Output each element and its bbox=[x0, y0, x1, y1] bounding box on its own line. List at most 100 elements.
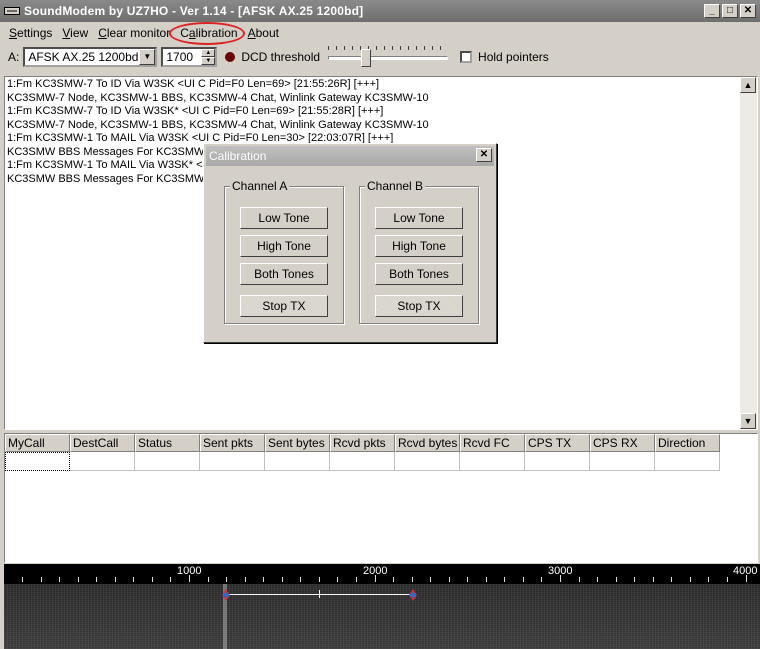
menu-bar: Settings View Clear monitor Calibration … bbox=[0, 23, 760, 43]
column-header-rcvd-fc[interactable]: Rcvd FC bbox=[460, 434, 525, 452]
freq-tick bbox=[115, 577, 116, 582]
freq-tick bbox=[616, 577, 617, 582]
spin-up-icon[interactable]: ▲ bbox=[201, 49, 216, 57]
freq-tick bbox=[375, 575, 376, 582]
menu-settings[interactable]: Settings bbox=[4, 26, 57, 40]
channel-b-low-tone-button[interactable]: Low Tone bbox=[375, 207, 463, 229]
freq-tick bbox=[486, 577, 487, 582]
table-cell[interactable] bbox=[460, 452, 525, 471]
column-header-sent-pkts[interactable]: Sent pkts bbox=[200, 434, 265, 452]
freq-tick bbox=[523, 577, 524, 582]
column-header-mycall[interactable]: MyCall bbox=[5, 434, 70, 452]
menu-view[interactable]: View bbox=[57, 26, 93, 40]
slider-ticks bbox=[328, 46, 449, 50]
freq-tick bbox=[449, 577, 450, 582]
minimize-button[interactable]: _ bbox=[704, 4, 720, 18]
channel-b-high-tone-button[interactable]: High Tone bbox=[375, 235, 463, 257]
freq-tick bbox=[671, 577, 672, 582]
close-button[interactable]: ✕ bbox=[740, 4, 756, 18]
channel-label: A: bbox=[8, 50, 20, 64]
dialog-close-button[interactable]: ✕ bbox=[476, 148, 492, 162]
freq-tick bbox=[746, 575, 747, 582]
channel-a-high-tone-button[interactable]: High Tone bbox=[240, 235, 328, 257]
freq-tick bbox=[597, 577, 598, 582]
freq-tick bbox=[727, 577, 728, 582]
maximize-button[interactable]: □ bbox=[722, 4, 738, 18]
column-header-rcvd-pkts[interactable]: Rcvd pkts bbox=[330, 434, 395, 452]
freq-tick bbox=[430, 577, 431, 582]
table-cell[interactable] bbox=[330, 452, 395, 471]
freq-tick bbox=[412, 577, 413, 582]
channel-b-stop-tx-button[interactable]: Stop TX bbox=[375, 295, 463, 317]
spin-down-icon[interactable]: ▼ bbox=[201, 57, 216, 65]
menu-clear-monitor[interactable]: Clear monitor bbox=[93, 26, 175, 40]
freq-tick bbox=[189, 575, 190, 582]
monitor-line: KC3SMW-7 Node, KC3SMW-1 BBS, KC3SMW-4 Ch… bbox=[7, 118, 429, 131]
high-tone-marker-icon[interactable] bbox=[409, 589, 417, 601]
table-cell[interactable] bbox=[525, 452, 590, 471]
channel-a-stop-tx-button[interactable]: Stop TX bbox=[240, 295, 328, 317]
table-cell[interactable] bbox=[655, 452, 720, 471]
column-header-cps-rx[interactable]: CPS RX bbox=[590, 434, 655, 452]
chevron-down-icon[interactable]: ▼ bbox=[139, 49, 156, 65]
freq-tick bbox=[263, 577, 264, 582]
waterfall-display[interactable]: 1000 2000 3000 4000 bbox=[4, 564, 760, 649]
column-header-cps-tx[interactable]: CPS TX bbox=[525, 434, 590, 452]
channel-a-label: Channel A bbox=[230, 179, 290, 193]
table-row[interactable] bbox=[5, 452, 757, 471]
highlight-circle bbox=[169, 22, 245, 45]
channel-b-group: Channel B Low Tone High Tone Both Tones … bbox=[359, 179, 479, 324]
freq-tick bbox=[245, 577, 246, 582]
column-header-destcall[interactable]: DestCall bbox=[70, 434, 135, 452]
column-header-sent-bytes[interactable]: Sent bytes bbox=[265, 434, 330, 452]
monitor-scrollbar[interactable]: ▲ ▼ bbox=[740, 77, 757, 429]
dcd-threshold-label: DCD threshold bbox=[241, 50, 321, 64]
column-header-direction[interactable]: Direction bbox=[655, 434, 720, 452]
dialog-title: Calibration bbox=[209, 149, 267, 163]
scroll-up-icon[interactable]: ▲ bbox=[740, 77, 756, 93]
freq-tick bbox=[690, 577, 691, 582]
mode-value: AFSK AX.25 1200bd bbox=[28, 50, 139, 64]
menu-about[interactable]: About bbox=[243, 26, 284, 40]
freq-tick bbox=[152, 577, 153, 582]
freq-tick bbox=[467, 577, 468, 582]
channel-a-both-tones-button[interactable]: Both Tones bbox=[240, 263, 328, 285]
table-header: MyCall DestCall Status Sent pkts Sent by… bbox=[5, 434, 757, 452]
toolbar: A: AFSK AX.25 1200bd ▼ 1700 ▲ ▼ DCD thre… bbox=[0, 44, 760, 70]
slider-track bbox=[328, 56, 449, 60]
freq-tick bbox=[282, 577, 283, 582]
checkbox-box[interactable] bbox=[460, 51, 473, 63]
freq-tick bbox=[59, 577, 60, 582]
channel-b-both-tones-button[interactable]: Both Tones bbox=[375, 263, 463, 285]
title-bar: SoundModem by UZ7HO - Ver 1.14 - [AFSK A… bbox=[0, 0, 760, 22]
column-header-rcvd-bytes[interactable]: Rcvd bytes bbox=[395, 434, 460, 452]
calibration-dialog: Calibration ✕ Channel A Low Tone High To… bbox=[203, 143, 497, 343]
table-cell[interactable] bbox=[135, 452, 200, 471]
table-cell[interactable] bbox=[265, 452, 330, 471]
freq-tick bbox=[133, 577, 134, 582]
monitor-line: 1:Fm KC3SMW-7 To ID Via W3SK <UI C Pid=F… bbox=[7, 78, 380, 90]
table-cell[interactable] bbox=[5, 452, 70, 471]
channel-a-low-tone-button[interactable]: Low Tone bbox=[240, 207, 328, 229]
freq-tick bbox=[300, 577, 301, 582]
table-cell[interactable] bbox=[70, 452, 135, 471]
table-cell[interactable] bbox=[395, 452, 460, 471]
table-cell[interactable] bbox=[200, 452, 265, 471]
frequency-spinner[interactable]: 1700 ▲ ▼ bbox=[161, 47, 218, 67]
dcd-threshold-slider[interactable] bbox=[328, 45, 449, 69]
freq-tick bbox=[208, 577, 209, 582]
low-tone-marker-icon[interactable] bbox=[222, 589, 230, 601]
monitor-line: 1:Fm KC3SMW-7 To ID Via W3SK* <UI C Pid=… bbox=[7, 105, 384, 117]
freq-tick bbox=[337, 577, 338, 582]
freq-tick bbox=[22, 577, 23, 582]
hold-pointers-label: Hold pointers bbox=[478, 50, 549, 64]
column-header-status[interactable]: Status bbox=[135, 434, 200, 452]
freq-tick bbox=[319, 577, 320, 582]
table-cell[interactable] bbox=[590, 452, 655, 471]
hold-pointers-checkbox[interactable]: Hold pointers bbox=[460, 50, 549, 64]
freq-tick bbox=[560, 575, 561, 582]
freq-tick bbox=[634, 577, 635, 582]
mode-select[interactable]: AFSK AX.25 1200bd ▼ bbox=[23, 47, 158, 67]
slider-thumb[interactable] bbox=[361, 49, 372, 67]
scroll-down-icon[interactable]: ▼ bbox=[740, 413, 756, 429]
